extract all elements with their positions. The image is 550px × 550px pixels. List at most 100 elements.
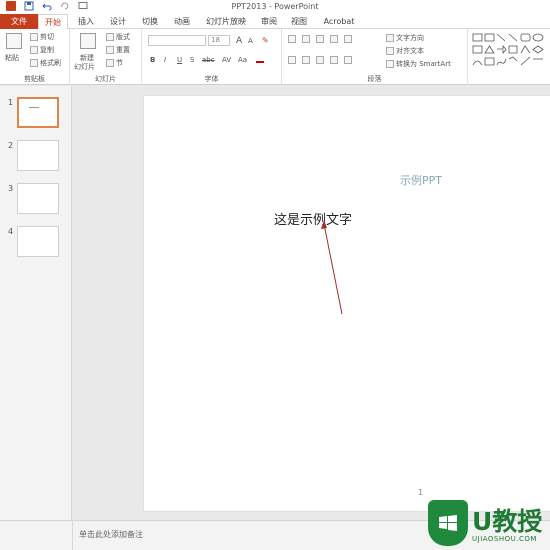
slide-editing-area: 示例PPT 这是示例文字 1: [73, 86, 550, 520]
align-buttons: [288, 56, 352, 64]
tab-insert[interactable]: 插入: [72, 14, 100, 29]
thumbnail-text-line: [29, 107, 39, 108]
format-painter-button[interactable]: 格式刷: [30, 58, 61, 68]
text-direction-icon: [386, 34, 394, 42]
slide-thumbnail-1[interactable]: [17, 97, 59, 128]
slide-title-text[interactable]: 示例PPT: [400, 172, 442, 188]
bold-button[interactable]: B: [150, 56, 155, 64]
slide-thumbnail-3[interactable]: [17, 183, 59, 214]
clipboard-group-label: 剪贴板: [24, 75, 45, 83]
align-left-icon[interactable]: [288, 56, 296, 64]
notes-placeholder[interactable]: 单击此处添加备注: [79, 529, 143, 540]
align-text-icon: [386, 47, 394, 55]
section-button[interactable]: 节: [106, 58, 123, 68]
font-color-button[interactable]: [256, 55, 264, 63]
font-color-icon: [256, 55, 264, 63]
slide-thumbnail-2[interactable]: [17, 140, 59, 171]
paragraph-group-label: 段落: [367, 75, 382, 83]
watermark-logo: U教授 UJIAOSHOU.COM: [428, 500, 550, 550]
slide-thumbnails-pane: 1 2 3 4: [0, 86, 72, 520]
watermark-site: UJIAOSHOU.COM: [472, 535, 537, 543]
slide-number: 1: [418, 488, 424, 497]
watermark-brand: U教授: [472, 507, 543, 536]
tab-view[interactable]: 视图: [286, 14, 312, 29]
slide-canvas[interactable]: 示例PPT 这是示例文字 1: [144, 96, 550, 511]
thumbnail-number: 4: [8, 227, 14, 236]
tab-acrobat[interactable]: Acrobat: [318, 14, 360, 29]
shield-logo-icon: [428, 500, 468, 546]
ribbon: 粘贴 剪切 复制 格式刷 剪贴板 新建 幻灯片 版式 重置 节 幻灯片 18 A…: [0, 29, 550, 85]
font-name-box[interactable]: [148, 35, 206, 46]
underline-button[interactable]: U: [177, 56, 182, 64]
ribbon-tabs: 文件 开始 插入 设计 切换 动画 幻灯片放映 审阅 视图 Acrobat: [0, 14, 550, 30]
slide-thumbnail-4[interactable]: [17, 226, 59, 257]
reset-label: 重置: [116, 46, 130, 54]
slides-group: 新建 幻灯片 版式 重置 节 幻灯片: [70, 29, 142, 85]
text-direction-button[interactable]: 文字方向: [386, 33, 424, 43]
bullets-icon[interactable]: [288, 35, 296, 43]
brush-icon: [30, 59, 38, 67]
justify-icon[interactable]: [330, 56, 338, 64]
decrease-indent-icon[interactable]: [316, 35, 324, 43]
align-right-icon[interactable]: [316, 56, 324, 64]
font-size-box[interactable]: 18: [208, 35, 230, 46]
thumbnail-number: 2: [8, 141, 14, 150]
copy-label: 复制: [40, 46, 54, 54]
tab-home[interactable]: 开始: [38, 14, 68, 30]
layout-button[interactable]: 版式: [106, 32, 130, 42]
title-bar: PPT2013 - PowerPoint: [0, 0, 550, 14]
layout-label: 版式: [116, 33, 130, 41]
new-slide-label2[interactable]: 幻灯片: [74, 62, 95, 72]
align-center-icon[interactable]: [302, 56, 310, 64]
shapes-gallery-icon[interactable]: [472, 33, 548, 69]
columns-icon[interactable]: [344, 56, 352, 64]
slides-group-label: 幻灯片: [95, 75, 116, 83]
scissors-icon: [30, 33, 38, 41]
copy-button[interactable]: 复制: [30, 45, 54, 55]
char-spacing-button[interactable]: AV: [222, 56, 231, 64]
annotation-arrow-icon: [321, 220, 343, 315]
paste-button[interactable]: 粘贴: [5, 53, 19, 63]
reset-button[interactable]: 重置: [106, 45, 130, 55]
paragraph-group: 文字方向 对齐文本 转换为 SmartArt 段落: [282, 29, 468, 85]
clipboard-group: 粘贴 剪切 复制 格式刷 剪贴板: [0, 29, 70, 85]
notes-left-strip: [0, 520, 73, 550]
tab-transitions[interactable]: 切换: [136, 14, 164, 29]
reset-icon: [106, 46, 114, 54]
tab-slideshow[interactable]: 幻灯片放映: [200, 14, 252, 29]
thumbnail-number: 3: [8, 184, 14, 193]
change-case-button[interactable]: Aa: [238, 56, 247, 64]
strikethrough-button[interactable]: abc: [202, 56, 215, 64]
cut-button[interactable]: 剪切: [30, 32, 54, 42]
smartart-button[interactable]: 转换为 SmartArt: [386, 59, 451, 69]
thumbnail-number: 1: [8, 98, 14, 107]
smartart-label: 转换为 SmartArt: [396, 60, 451, 68]
smartart-icon: [386, 60, 394, 68]
format-painter-label: 格式刷: [40, 59, 61, 67]
shrink-font-button[interactable]: A: [248, 37, 253, 45]
list-buttons: [288, 35, 352, 43]
font-group-label: 字体: [204, 75, 219, 83]
window-title: PPT2013 - PowerPoint: [231, 2, 319, 11]
paste-icon[interactable]: [6, 33, 22, 49]
grow-font-button[interactable]: A: [236, 36, 242, 46]
align-text-label: 对齐文本: [396, 47, 424, 55]
line-spacing-icon[interactable]: [344, 35, 352, 43]
copy-icon: [30, 46, 38, 54]
increase-indent-icon[interactable]: [330, 35, 338, 43]
tab-review[interactable]: 审阅: [256, 14, 282, 29]
clear-format-icon[interactable]: ✎: [262, 36, 269, 45]
layout-icon: [106, 33, 114, 41]
new-slide-icon[interactable]: [80, 33, 96, 49]
numbering-icon[interactable]: [302, 35, 310, 43]
tab-design[interactable]: 设计: [104, 14, 132, 29]
italic-button[interactable]: I: [164, 56, 166, 64]
windows-logo-icon: [439, 515, 457, 531]
text-direction-label: 文字方向: [396, 34, 424, 42]
tab-file[interactable]: 文件: [0, 14, 38, 29]
shadow-button[interactable]: S: [190, 56, 194, 64]
align-text-button[interactable]: 对齐文本: [386, 46, 424, 56]
tab-animations[interactable]: 动画: [168, 14, 196, 29]
font-group: 18 A A ✎ B I U S abc AV Aa 字体: [142, 29, 282, 85]
section-icon: [106, 59, 114, 67]
